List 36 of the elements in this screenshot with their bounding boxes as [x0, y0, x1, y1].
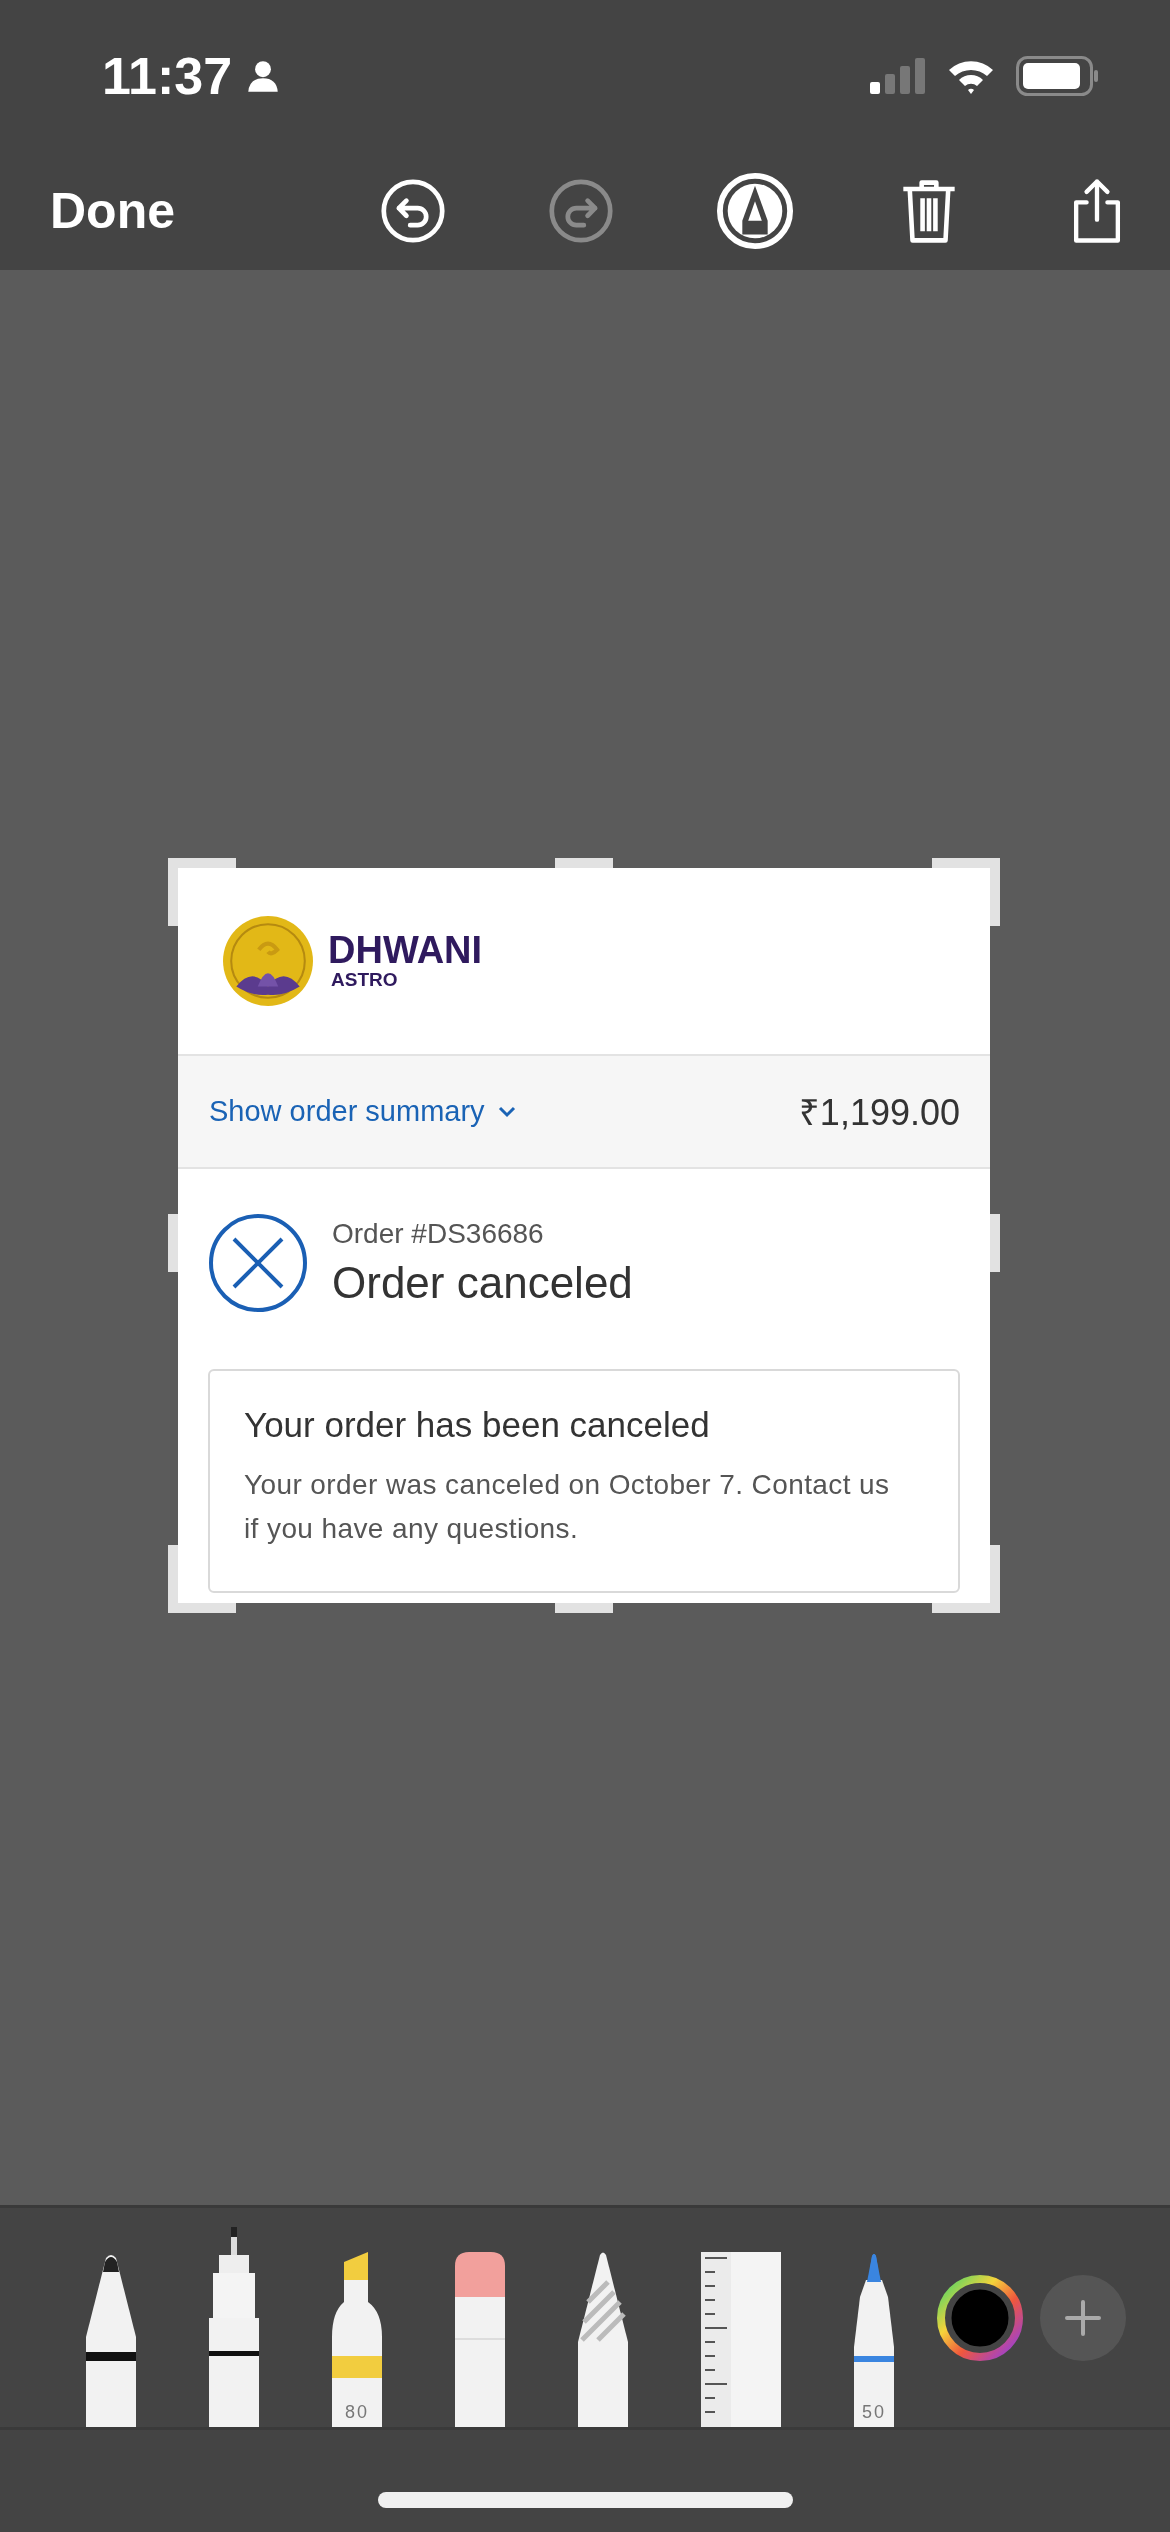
crop-handle[interactable] — [168, 1214, 178, 1272]
order-status: Order canceled — [332, 1258, 633, 1308]
crop-handle[interactable] — [555, 858, 613, 868]
ruler-tool[interactable] — [701, 2252, 781, 2427]
done-button[interactable]: Done — [50, 182, 175, 240]
undo-icon[interactable] — [380, 178, 446, 244]
crop-handle[interactable] — [932, 1545, 1000, 1613]
pen-tool[interactable] — [86, 2252, 136, 2427]
notice-text: Your order was canceled on October 7. Contact us if you have any questions. — [244, 1468, 891, 1546]
marker-width-label: 80 — [344, 2403, 370, 2421]
order-summary-link[interactable]: Show order summary — [209, 1095, 517, 1128]
order-number: Order #DS36686 — [332, 1218, 545, 1250]
color-picker-icon[interactable] — [937, 2274, 1023, 2361]
crop-handle[interactable] — [932, 858, 1000, 926]
crop-handle[interactable] — [990, 1214, 1000, 1272]
signal-icon — [870, 58, 926, 94]
fineliner-tool[interactable] — [209, 2227, 259, 2427]
plus-icon — [1063, 2297, 1103, 2338]
person-icon — [246, 59, 281, 93]
order-total: ₹1,199.00 — [798, 1091, 960, 1135]
crayon-width-label: 50 — [861, 2403, 887, 2421]
brand-subtitle: ASTRO — [331, 969, 399, 991]
crop-handle[interactable] — [555, 1603, 613, 1613]
notice-title: Your order has been canceled — [244, 1405, 711, 1445]
lotus-logo-icon — [222, 915, 314, 1007]
chevron-down-icon — [496, 1105, 517, 1118]
crayon-tool[interactable] — [854, 2252, 894, 2427]
crop-handle[interactable] — [168, 858, 236, 926]
pencil-tool[interactable] — [578, 2252, 628, 2427]
cancel-circle-icon — [208, 1213, 308, 1313]
battery-icon — [1016, 56, 1100, 96]
markup-pen-icon[interactable] — [716, 172, 794, 250]
crop-handle[interactable] — [168, 1545, 236, 1613]
brand-name: DHWANI — [328, 931, 483, 969]
status-time: 11:37 — [102, 46, 233, 106]
marker-tool[interactable] — [332, 2252, 382, 2427]
